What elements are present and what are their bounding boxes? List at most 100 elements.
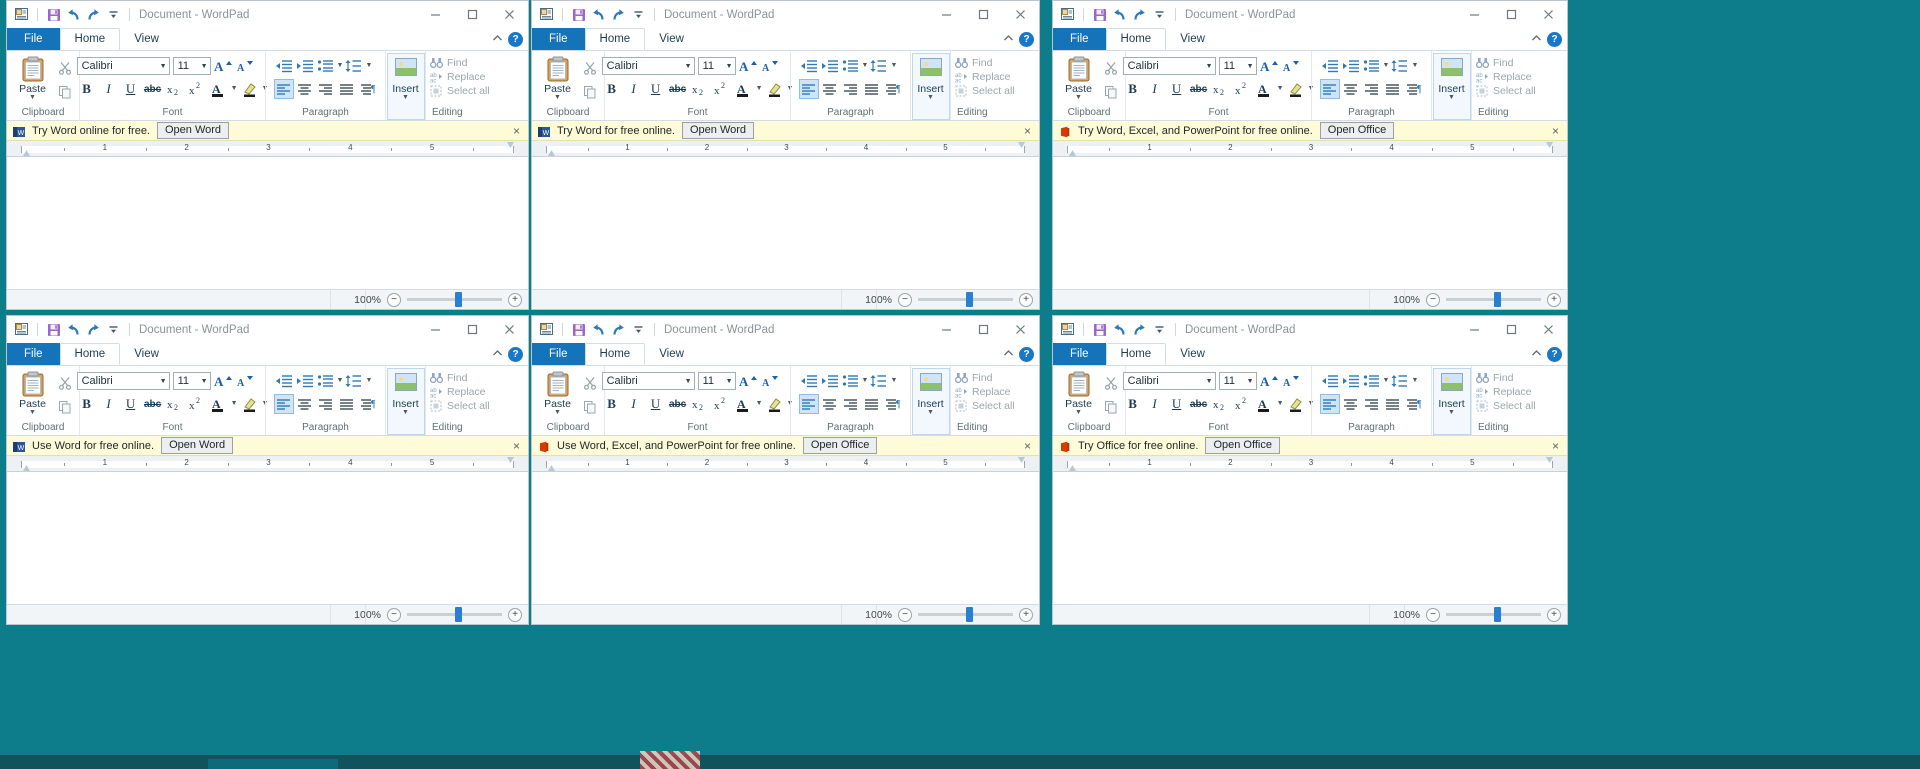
minimize-icon[interactable] <box>417 316 454 343</box>
promo-close-icon[interactable]: × <box>509 440 524 452</box>
subscript-button[interactable]: x2 <box>165 79 185 99</box>
title-bar[interactable]: Document - WordPad <box>1053 316 1567 343</box>
ribbon-tab-right-controls[interactable]: ? <box>492 343 523 365</box>
zoom-in-button[interactable]: + <box>1019 607 1033 622</box>
document-ruler[interactable]: 1 2 3 4 5 <box>532 456 1039 472</box>
undo-icon[interactable] <box>1111 6 1128 23</box>
align-right-icon[interactable] <box>316 79 336 99</box>
tab-view[interactable]: View <box>645 343 698 365</box>
insert-dropdown-caret-icon[interactable]: ▼ <box>402 409 409 416</box>
font-family-combo[interactable]: Calibri ▼ <box>76 372 170 390</box>
save-icon[interactable] <box>1091 6 1108 23</box>
superscript-button[interactable]: x2 <box>187 79 207 99</box>
wordpad-doc-icon[interactable] <box>1059 321 1076 338</box>
find-button[interactable]: Find <box>430 57 490 69</box>
align-left-icon[interactable] <box>798 394 819 414</box>
undo-icon[interactable] <box>65 6 82 23</box>
paste-button[interactable]: Paste ▼ <box>537 370 579 416</box>
decrease-indent-icon[interactable] <box>799 56 819 76</box>
highlight-button[interactable] <box>765 394 785 414</box>
document-ruler[interactable]: 1 2 3 4 5 <box>7 456 528 472</box>
italic-button[interactable]: I <box>1145 394 1165 414</box>
customize-qat-icon[interactable] <box>1151 6 1168 23</box>
promo-close-icon[interactable]: × <box>1020 125 1035 137</box>
tab-file[interactable]: File <box>1053 343 1106 365</box>
shrink-font-icon[interactable]: A <box>235 56 255 76</box>
decrease-indent-icon[interactable] <box>799 371 819 391</box>
strikethrough-button[interactable]: abc <box>1189 394 1209 414</box>
increase-indent-icon[interactable] <box>820 371 840 391</box>
line-spacing-caret-icon[interactable]: ▼ <box>365 62 372 69</box>
font-size-combo[interactable]: 11 ▼ <box>1218 372 1257 390</box>
document-ruler[interactable]: 1 2 3 4 5 <box>1053 456 1567 472</box>
chevron-up-icon[interactable] <box>492 34 503 45</box>
customize-qat-icon[interactable] <box>630 6 647 23</box>
increase-indent-icon[interactable] <box>820 56 840 76</box>
font-size-combo[interactable]: 11 ▼ <box>1218 57 1257 75</box>
maximize-icon[interactable] <box>965 1 1002 28</box>
bold-button[interactable]: B <box>1123 394 1143 414</box>
italic-button[interactable]: I <box>624 394 644 414</box>
shrink-font-icon[interactable]: A <box>1281 371 1301 391</box>
close-icon[interactable] <box>1002 316 1039 343</box>
redo-icon[interactable] <box>85 321 102 338</box>
quick-access-toolbar[interactable] <box>13 321 134 338</box>
ribbon-home-panel[interactable]: Paste ▼ Clipboard Calibri ▼ 11 ▼ A A B I… <box>1053 365 1567 436</box>
superscript-button[interactable]: x2 <box>1233 79 1253 99</box>
select-all-button[interactable]: Select all <box>1476 85 1536 97</box>
align-center-icon[interactable] <box>295 79 315 99</box>
window-5[interactable]: Document - WordPad File Home View ? Past… <box>531 315 1040 625</box>
justify-icon[interactable] <box>1383 79 1403 99</box>
promo-open-button[interactable]: Open Office <box>1205 437 1280 454</box>
chevron-down-icon[interactable]: ▼ <box>1245 63 1254 70</box>
underline-button[interactable]: U <box>121 394 141 414</box>
justify-icon[interactable] <box>862 394 882 414</box>
increase-indent-icon[interactable] <box>295 56 315 76</box>
zoom-in-button[interactable]: + <box>1019 292 1033 307</box>
tab-view[interactable]: View <box>120 343 173 365</box>
redo-icon[interactable] <box>85 6 102 23</box>
customize-qat-icon[interactable] <box>1151 321 1168 338</box>
ribbon-home-panel[interactable]: Paste ▼ Clipboard Calibri ▼ 11 ▼ A A B I… <box>1053 50 1567 121</box>
insert-dropdown-caret-icon[interactable]: ▼ <box>402 94 409 101</box>
align-left-icon[interactable] <box>273 394 294 414</box>
insert-button[interactable]: Insert ▼ <box>386 53 425 120</box>
text-color-caret-icon[interactable]: ▼ <box>756 85 763 92</box>
ribbon-home-panel[interactable]: Paste ▼ Clipboard Calibri ▼ 11 ▼ A A B I… <box>7 50 528 121</box>
paste-button[interactable]: Paste ▼ <box>537 55 579 101</box>
subscript-button[interactable]: x2 <box>690 79 710 99</box>
paragraph-settings-icon[interactable]: ¶ <box>1404 394 1424 414</box>
document-canvas[interactable] <box>7 157 528 289</box>
maximize-icon[interactable] <box>965 316 1002 343</box>
bullets-icon[interactable] <box>841 56 861 76</box>
chevron-up-icon[interactable] <box>1003 34 1014 45</box>
document-canvas[interactable] <box>532 472 1039 604</box>
font-size-combo[interactable]: 11 ▼ <box>172 57 211 75</box>
document-ruler[interactable]: 1 2 3 4 5 <box>1053 141 1567 157</box>
increase-indent-icon[interactable] <box>1341 371 1361 391</box>
paste-dropdown-caret-icon[interactable]: ▼ <box>1075 94 1082 101</box>
align-right-icon[interactable] <box>841 79 861 99</box>
chevron-down-icon[interactable]: ▼ <box>1204 63 1213 70</box>
bullets-icon[interactable] <box>316 56 336 76</box>
title-bar[interactable]: Document - WordPad <box>1053 1 1567 28</box>
justify-icon[interactable] <box>1383 394 1403 414</box>
font-family-combo[interactable]: Calibri ▼ <box>1122 57 1216 75</box>
help-button[interactable]: ? <box>508 346 523 362</box>
bold-button[interactable]: B <box>602 394 622 414</box>
align-center-icon[interactable] <box>1341 394 1361 414</box>
align-right-icon[interactable] <box>841 394 861 414</box>
wordpad-doc-icon[interactable] <box>538 6 555 23</box>
subscript-button[interactable]: x2 <box>690 394 710 414</box>
quick-access-toolbar[interactable] <box>538 6 659 23</box>
window-1[interactable]: Document - WordPad File Home View ? Past… <box>6 0 529 310</box>
promo-close-icon[interactable]: × <box>509 125 524 137</box>
ribbon-tab-row[interactable]: File Home View ? <box>532 28 1039 50</box>
document-canvas[interactable] <box>532 157 1039 289</box>
tab-home[interactable]: Home <box>584 343 646 365</box>
redo-icon[interactable] <box>610 321 627 338</box>
align-center-icon[interactable] <box>820 79 840 99</box>
redo-icon[interactable] <box>1131 6 1148 23</box>
window-controls[interactable] <box>417 316 528 343</box>
grow-font-icon[interactable]: A <box>213 371 233 391</box>
